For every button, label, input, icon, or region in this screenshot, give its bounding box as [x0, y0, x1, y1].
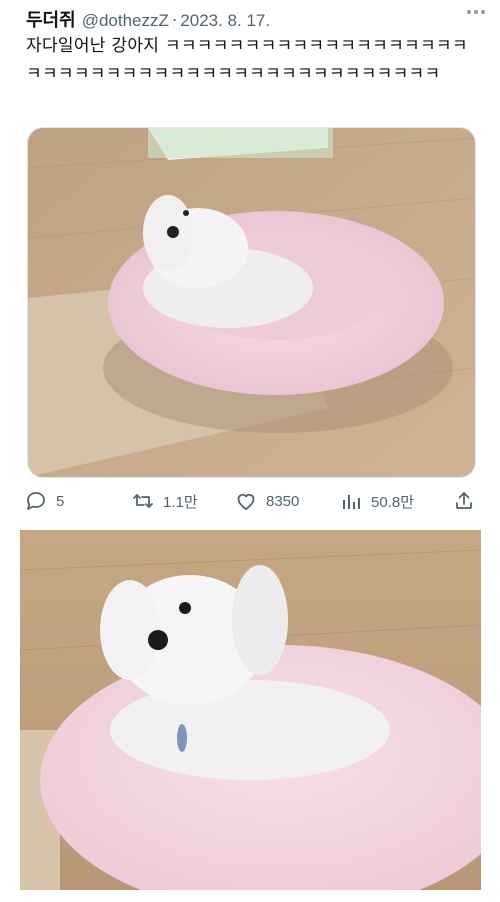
- bar-chart-views-icon: [343, 495, 360, 509]
- tweet-header: 두더쥐 @dothezzZ · 2023. 8. 17.: [26, 6, 480, 32]
- like-count: 8350: [266, 492, 300, 510]
- reply-count: 5: [56, 492, 65, 510]
- dog-closeup-photo[interactable]: [20, 530, 481, 890]
- display-name[interactable]: 두더쥐: [26, 6, 76, 32]
- retweet-button[interactable]: 1.1만: [131, 487, 198, 515]
- retweet-count: 1.1만: [163, 493, 198, 511]
- like-button[interactable]: 8350: [234, 487, 299, 515]
- tweet-photo-1[interactable]: [27, 127, 476, 478]
- dog-in-bed-photo: [28, 128, 475, 477]
- reply-button[interactable]: 5: [24, 487, 64, 515]
- reply-bubble-icon: [27, 492, 45, 510]
- user-handle[interactable]: @dothezzZ: [82, 11, 169, 31]
- share-button[interactable]: [452, 487, 476, 515]
- retweet-arrows-icon: [133, 494, 153, 508]
- tweet-text: 자다일어난 강아지 ㅋㅋㅋㅋㅋㅋㅋㅋㅋㅋㅋㅋㅋㅋㅋㅋㅋㅋㅋㅋㅋㅋㅋㅋㅋㅋㅋㅋㅋㅋ…: [26, 36, 468, 84]
- heart-icon: [237, 493, 255, 510]
- tweet-date[interactable]: 2023. 8. 17.: [180, 11, 270, 31]
- view-count: 50.8만: [371, 493, 414, 511]
- more-options-icon[interactable]: [462, 2, 490, 22]
- views-button[interactable]: 50.8만: [339, 487, 414, 515]
- dog-closeup-image: [20, 530, 481, 890]
- share-upload-icon: [456, 492, 472, 509]
- separator-dot: ·: [171, 11, 178, 31]
- tweet-action-bar: 5 1.1만 8350 50.8만: [24, 487, 476, 515]
